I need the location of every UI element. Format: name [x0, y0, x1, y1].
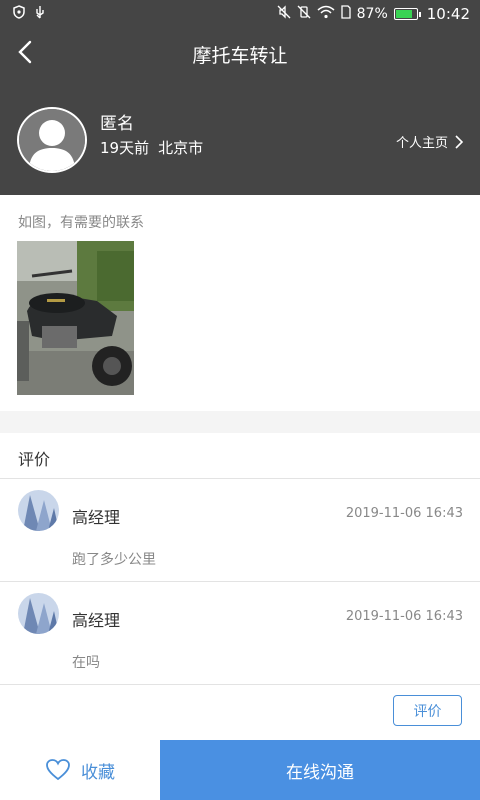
mute-icon — [277, 5, 291, 23]
post-location: 北京市 — [158, 139, 204, 157]
comments-header: 评价 — [0, 433, 480, 479]
profile-header: 匿名 19天前 北京市 个人主页 — [0, 80, 480, 195]
post-time-ago: 19天前 — [100, 139, 150, 157]
comment-text: 跑了多少公里 — [72, 552, 156, 568]
personal-homepage-label: 个人主页 — [395, 136, 448, 151]
profile-meta: 19天前 北京市 — [100, 137, 203, 158]
vibrate-off-icon — [297, 5, 311, 23]
status-bar: 87% 10:42 — [0, 0, 480, 28]
post-text: 如图，有需要的联系 — [18, 215, 144, 231]
battery-level-fill — [395, 10, 413, 18]
favorite-button[interactable]: 收藏 — [0, 740, 160, 800]
bottom-action-bar: 收藏 在线沟通 — [0, 740, 480, 800]
battery-percent: 87% — [356, 6, 388, 22]
commenter-avatar[interactable] — [18, 490, 59, 531]
comment-item: 高经理 2019-11-06 16:43 跑了多少公里 — [0, 479, 480, 582]
title-bar: 摩托车转让 — [0, 28, 480, 80]
comment-item: 高经理 2019-11-06 16:43 在吗 — [0, 582, 480, 685]
sim-icon — [340, 5, 351, 23]
page-title: 摩托车转让 — [192, 45, 288, 67]
favorite-label: 收藏 — [81, 762, 115, 783]
comment-time: 2019-11-06 16:43 — [345, 609, 463, 624]
battery-icon — [393, 8, 421, 20]
status-time: 10:42 — [426, 5, 470, 23]
review-button[interactable]: 评价 — [393, 695, 462, 726]
wifi-icon — [317, 5, 335, 23]
heart-icon — [46, 759, 70, 781]
commenter-name: 高经理 — [72, 508, 121, 527]
motorcycle-photo[interactable] — [17, 241, 134, 395]
comments-section: 评价 高经理 2019-11-06 16:43 跑了多少公里 高经理 2019-… — [0, 433, 480, 740]
comment-text: 在吗 — [72, 655, 100, 671]
shield-icon — [12, 5, 26, 23]
profile-name: 匿名 — [100, 114, 134, 134]
usb-icon — [34, 5, 46, 23]
post-content: 如图，有需要的联系 — [0, 195, 480, 411]
chevron-right-icon — [455, 134, 464, 149]
comment-time: 2019-11-06 16:43 — [345, 506, 463, 521]
user-avatar-icon[interactable] — [17, 107, 87, 173]
commenter-name: 高经理 — [72, 611, 121, 630]
online-chat-button[interactable]: 在线沟通 — [160, 740, 480, 800]
personal-homepage-link[interactable]: 个人主页 — [396, 132, 464, 151]
commenter-avatar[interactable] — [18, 593, 59, 634]
